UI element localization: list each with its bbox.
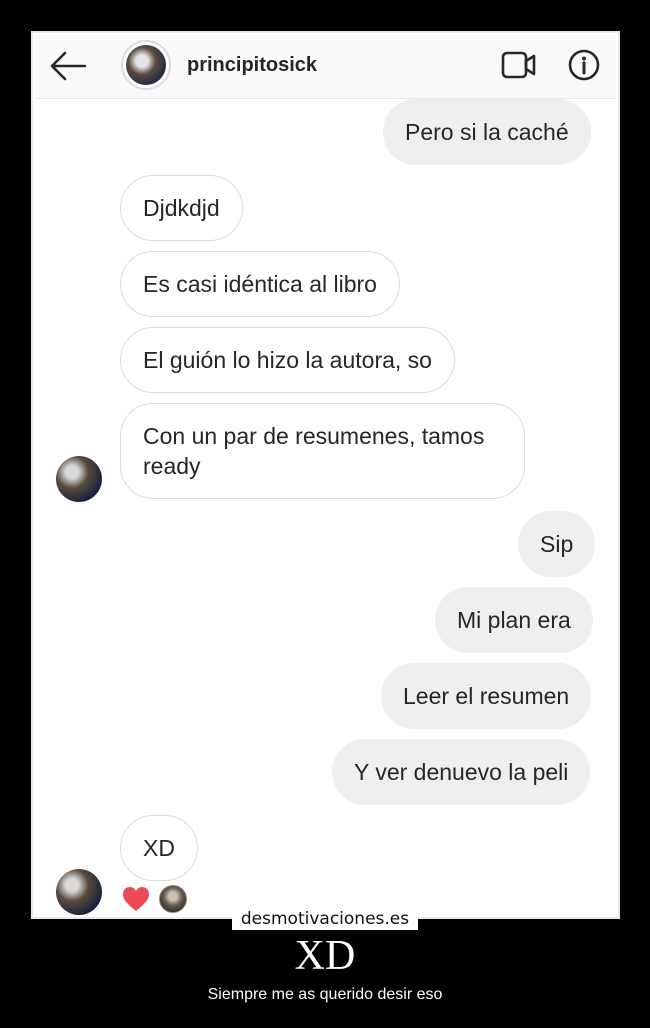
message-bubble-incoming[interactable]: Djdkdjd — [120, 175, 243, 241]
chat-header: principitosick — [35, 35, 616, 99]
message-bubble-incoming[interactable]: Es casi idéntica al libro — [120, 251, 400, 317]
message-bubble-incoming[interactable]: XD — [120, 815, 198, 881]
message-bubble-outgoing[interactable]: Mi plan era — [435, 587, 593, 653]
watermark: desmotivaciones.es — [240, 909, 410, 929]
avatar[interactable] — [121, 40, 171, 90]
avatar[interactable] — [56, 456, 102, 502]
chat-screen: principitosick Pero si la caché Djdkdjd … — [35, 35, 616, 915]
heart-icon[interactable] — [121, 885, 151, 913]
poster-caption: Siempre me as querido desir eso — [207, 986, 443, 1003]
message-bubble-outgoing[interactable]: Y ver denuevo la peli — [332, 739, 591, 805]
video-camera-icon[interactable] — [501, 50, 537, 80]
info-icon[interactable] — [568, 49, 600, 81]
message-bubble-outgoing[interactable]: Pero si la caché — [383, 99, 591, 165]
reaction-avatar[interactable] — [159, 885, 187, 913]
message-bubble-outgoing[interactable]: Leer el resumen — [381, 663, 592, 729]
arrow-left-icon[interactable] — [49, 49, 87, 83]
avatar[interactable] — [56, 869, 102, 915]
poster-frame: principitosick Pero si la caché Djdkdjd … — [31, 31, 620, 919]
chat-username[interactable]: principitosick — [187, 54, 317, 77]
poster-title: XD — [294, 933, 356, 979]
message-bubble-incoming[interactable]: El guión lo hizo la autora, so — [120, 327, 455, 393]
message-bubble-incoming[interactable]: Con un par de resumenes, tamos ready — [120, 403, 525, 499]
message-bubble-outgoing[interactable]: Sip — [518, 511, 596, 577]
